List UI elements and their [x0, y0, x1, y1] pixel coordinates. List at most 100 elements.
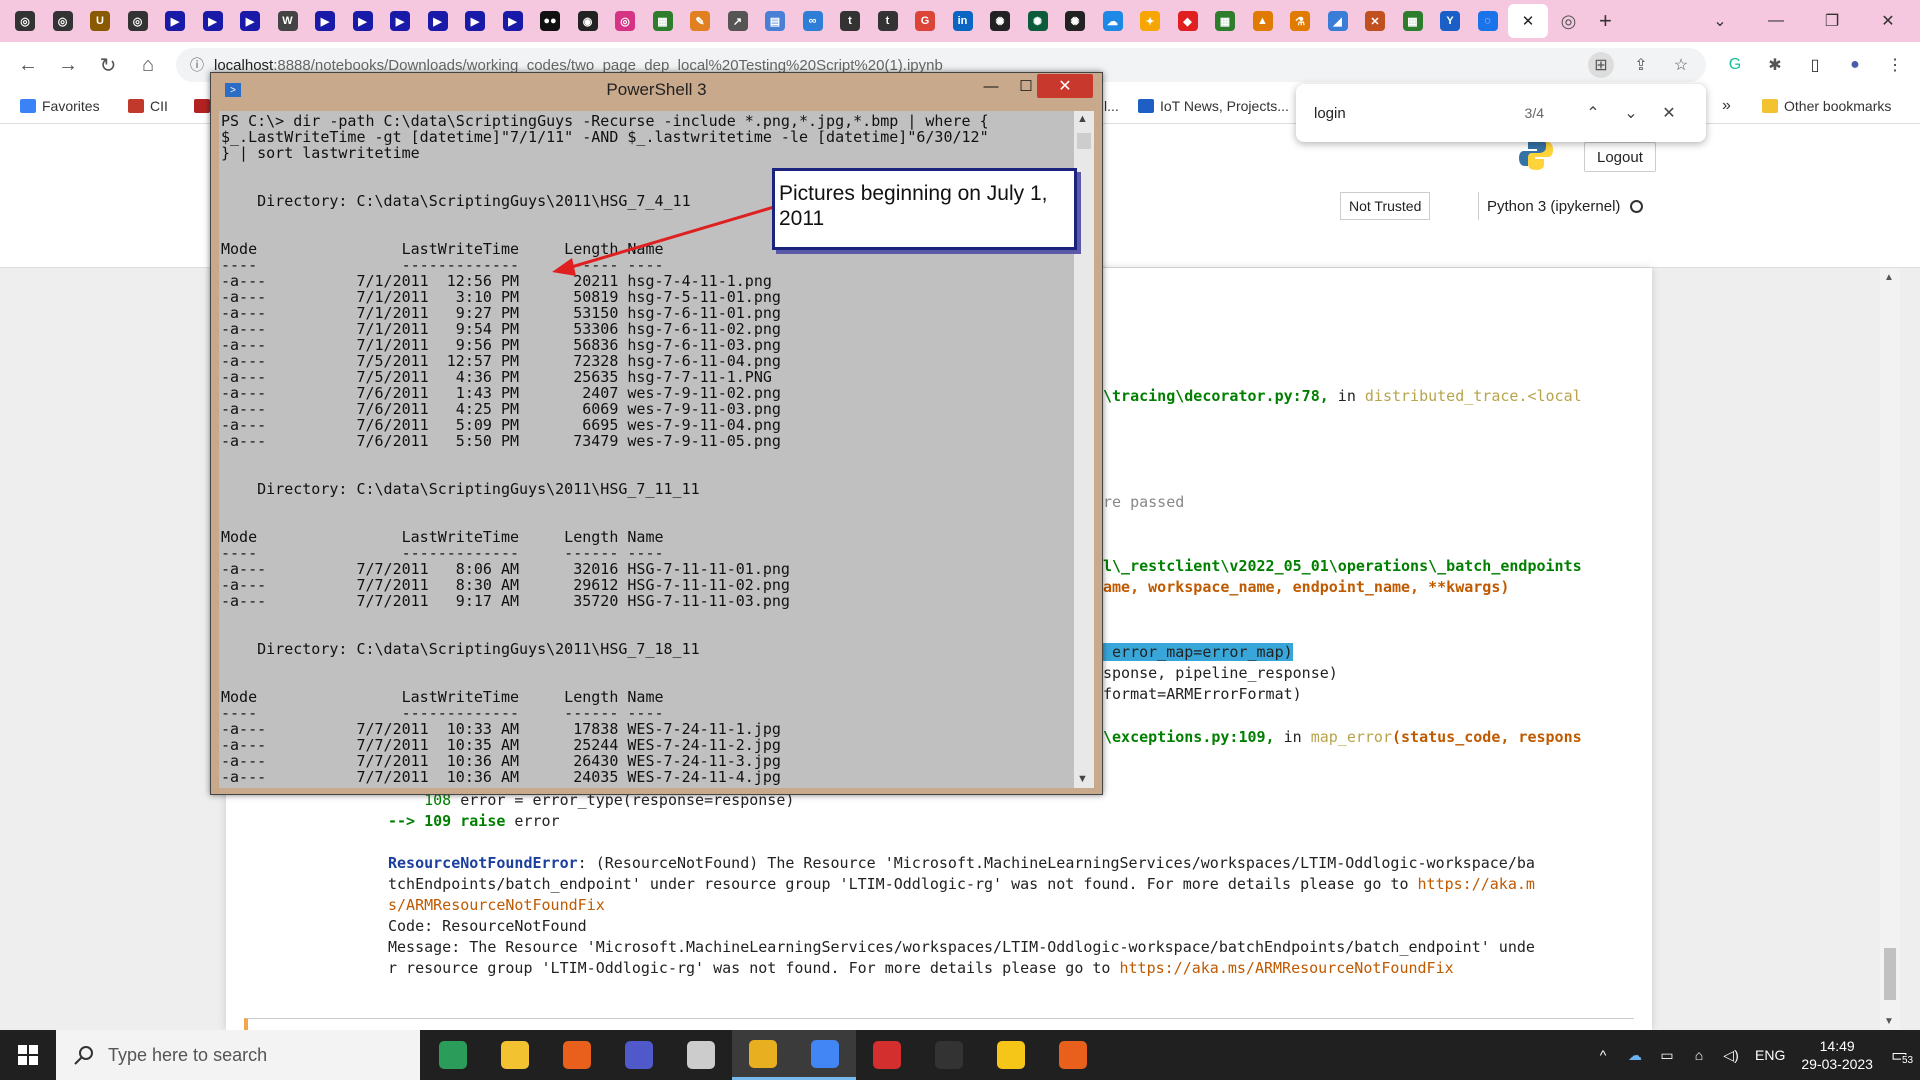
back-button[interactable]: ←	[8, 47, 48, 83]
bookmark-star-icon[interactable]: ☆	[1668, 52, 1694, 78]
bookmarks-overflow-button[interactable]: »	[1722, 97, 1731, 115]
ps-close-button[interactable]: ✕	[1037, 74, 1093, 98]
tab[interactable]: ◎	[121, 4, 155, 38]
network-icon[interactable]: ⌂	[1687, 1047, 1711, 1063]
tab[interactable]: ▤	[758, 4, 792, 38]
bookmark-partial[interactable]: l...	[1104, 98, 1119, 114]
tab-search-button[interactable]: ⌄	[1692, 0, 1748, 42]
battery-icon[interactable]: ▭	[1655, 1047, 1679, 1064]
tab[interactable]: ◌	[1471, 4, 1505, 38]
error-link[interactable]: https://aka.m	[1418, 875, 1535, 893]
tab[interactable]: ↗	[721, 4, 755, 38]
tab[interactable]: ▦	[1396, 4, 1430, 38]
taskbar-app-office[interactable]	[546, 1030, 608, 1080]
tab[interactable]: ∞	[796, 4, 830, 38]
page-scrollbar[interactable]: ▲ ▼	[1880, 268, 1900, 1030]
tab[interactable]: ☁	[1096, 4, 1130, 38]
close-window-button[interactable]: ✕	[1860, 0, 1916, 42]
taskbar-app-chrome-canary[interactable]	[732, 1030, 794, 1080]
forward-button[interactable]: →	[48, 47, 88, 83]
tab[interactable]: ◎	[46, 4, 80, 38]
tab[interactable]: ◢	[1321, 4, 1355, 38]
reload-button[interactable]: ↻	[88, 47, 128, 83]
tab[interactable]: ✺	[1058, 4, 1092, 38]
kernel-indicator[interactable]: Python 3 (ipykernel)	[1478, 192, 1651, 220]
console-scrollbar[interactable]: ▲ ▼	[1074, 111, 1094, 788]
find-next-button[interactable]: ⌄	[1612, 103, 1650, 123]
tab[interactable]: ✺	[983, 4, 1017, 38]
taskbar-app-powershell[interactable]	[1042, 1030, 1104, 1080]
new-tab-button[interactable]: +	[1599, 8, 1612, 34]
restore-button[interactable]: ❐	[1804, 0, 1860, 42]
onedrive-icon[interactable]: ☁	[1623, 1047, 1647, 1064]
ps-minimize-button[interactable]: —	[971, 75, 1011, 97]
extensions-icon[interactable]: ✱	[1762, 52, 1788, 78]
tab[interactable]: ▦	[1208, 4, 1242, 38]
bookmark-cii[interactable]: CII	[128, 98, 168, 114]
tab[interactable]: ▶	[158, 4, 192, 38]
tab[interactable]: U	[83, 4, 117, 38]
tab[interactable]: ◉	[571, 4, 605, 38]
bookmark-red[interactable]	[194, 98, 210, 113]
share-icon[interactable]: ⇪	[1628, 52, 1654, 78]
notification-center[interactable]: ▭ 53	[1891, 1045, 1915, 1066]
grammarly-icon[interactable]: G	[1722, 52, 1748, 78]
tab[interactable]: ✕	[1358, 4, 1392, 38]
tab[interactable]: ▶	[308, 4, 342, 38]
tab-active[interactable]: ✕	[1508, 4, 1548, 38]
tab[interactable]: ▶	[421, 4, 455, 38]
error-link[interactable]: https://aka.ms/ARMResourceNotFoundFix	[1120, 959, 1454, 977]
minimize-button[interactable]: —	[1748, 0, 1804, 42]
clock[interactable]: 14:49 29-03-2023	[1801, 1037, 1873, 1073]
close-tab-icon[interactable]: ✕	[1522, 12, 1535, 30]
taskbar-app-file-explorer[interactable]	[484, 1030, 546, 1080]
taskbar-app-app-hex[interactable]	[980, 1030, 1042, 1080]
taskbar-app-teams[interactable]	[608, 1030, 670, 1080]
other-bookmarks[interactable]: Other bookmarks	[1762, 98, 1891, 114]
tab[interactable]: ✎	[683, 4, 717, 38]
tab[interactable]: ▶	[196, 4, 230, 38]
site-info-icon[interactable]: ⓘ	[190, 55, 204, 75]
tab[interactable]: ◎	[8, 4, 42, 38]
taskbar-app-edge[interactable]	[422, 1030, 484, 1080]
tab[interactable]: ▶	[383, 4, 417, 38]
profile-icon[interactable]: ●	[1842, 52, 1868, 78]
tab[interactable]: ▶	[233, 4, 267, 38]
tab[interactable]: ◎	[1552, 4, 1586, 38]
bookmark-favorites[interactable]: Favorites	[20, 98, 100, 114]
taskbar-app-terminal[interactable]	[918, 1030, 980, 1080]
start-button[interactable]	[0, 1030, 56, 1080]
taskbar-app-app[interactable]	[670, 1030, 732, 1080]
tab[interactable]: ▶	[496, 4, 530, 38]
tab[interactable]: ◆	[1171, 4, 1205, 38]
tab[interactable]: Y	[1433, 4, 1467, 38]
not-trusted-indicator[interactable]: Not Trusted	[1340, 192, 1431, 220]
tab[interactable]: ▲	[1246, 4, 1280, 38]
tab[interactable]: G	[908, 4, 942, 38]
error-link[interactable]: s/ARMResourceNotFoundFix	[388, 895, 605, 916]
tab[interactable]: ✦	[1133, 4, 1167, 38]
tab[interactable]: ▶	[458, 4, 492, 38]
volume-icon[interactable]: ◁)	[1719, 1047, 1743, 1064]
taskbar-app-chrome[interactable]	[794, 1030, 856, 1080]
tab[interactable]: t	[833, 4, 867, 38]
tab[interactable]: ▦	[646, 4, 680, 38]
scroll-down-icon[interactable]: ▼	[1077, 773, 1088, 785]
tab[interactable]: ●●	[533, 4, 567, 38]
tab[interactable]: ▶	[346, 4, 380, 38]
tab[interactable]: ◎	[608, 4, 642, 38]
bookmark-iot-news[interactable]: IoT News, Projects...	[1138, 98, 1289, 114]
scroll-down-icon[interactable]: ▼	[1884, 1016, 1894, 1027]
find-input[interactable]: login	[1314, 105, 1525, 122]
find-previous-button[interactable]: ⌃	[1574, 103, 1612, 123]
lens-search-icon[interactable]: ⊞	[1588, 52, 1614, 78]
home-button[interactable]: ⌂	[128, 47, 168, 83]
taskbar-app-acrobat[interactable]	[856, 1030, 918, 1080]
tab[interactable]: W	[271, 4, 305, 38]
scroll-up-icon[interactable]: ▲	[1884, 272, 1894, 283]
tab[interactable]: in	[946, 4, 980, 38]
scroll-up-icon[interactable]: ▲	[1077, 113, 1088, 125]
scroll-thumb[interactable]	[1077, 133, 1091, 149]
find-close-button[interactable]: ✕	[1650, 103, 1688, 123]
logout-button[interactable]: Logout	[1584, 142, 1656, 172]
